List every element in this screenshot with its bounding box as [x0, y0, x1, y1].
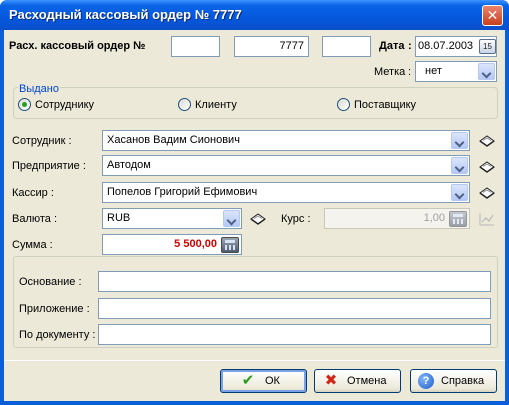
currency-select[interactable]: RUB	[102, 208, 242, 229]
enterprise-select[interactable]: Автодом	[102, 155, 470, 176]
mark-select[interactable]: нет	[415, 61, 497, 82]
footer-separator	[4, 360, 505, 361]
employee-select[interactable]: Хасанов Вадим Сионович	[102, 130, 470, 151]
document-label: По документу :	[19, 329, 96, 341]
chevron-down-icon[interactable]	[451, 184, 468, 201]
radio-employee-label[interactable]: Сотруднику	[35, 99, 94, 111]
radio-supplier-label[interactable]: Поставщику	[354, 99, 416, 111]
chevron-down-icon[interactable]	[451, 132, 468, 149]
chevron-down-icon[interactable]	[223, 210, 240, 227]
employee-label: Сотрудник :	[12, 135, 72, 147]
currency-value: RUB	[107, 212, 131, 224]
basis-input[interactable]	[98, 271, 491, 292]
cross-icon: ✖	[324, 372, 338, 389]
help-icon: ?	[418, 373, 434, 389]
directory-book-icon[interactable]	[478, 134, 496, 148]
directory-book-icon[interactable]	[478, 186, 496, 200]
calculator-icon[interactable]	[221, 237, 239, 253]
radio-employee[interactable]	[18, 98, 31, 111]
document-input[interactable]	[98, 324, 491, 345]
cashier-value: Попелов Григорий Ефимович	[107, 186, 258, 198]
date-value: 08.07.2003	[418, 40, 474, 52]
issued-group-title: Выдано	[18, 83, 60, 95]
order-suffix-input[interactable]	[322, 36, 371, 57]
rate-label: Курс :	[281, 213, 311, 225]
order-number-input[interactable]: 7777	[234, 36, 309, 57]
ok-button[interactable]: ✔ ОК	[220, 369, 307, 393]
cashier-select[interactable]: Попелов Григорий Ефимович	[102, 182, 470, 203]
date-label: Дата	[379, 40, 405, 52]
help-button-label: Справка	[441, 375, 485, 387]
chevron-down-icon[interactable]	[478, 63, 495, 80]
basis-label: Основание :	[19, 276, 82, 288]
title-bar[interactable]: Расходный кассовый ордер № 7777 ✕	[0, 0, 509, 30]
calculator-icon	[449, 211, 467, 227]
rate-chart-icon	[479, 213, 494, 226]
enterprise-label: Предприятие :	[12, 160, 86, 172]
close-button[interactable]: ✕	[482, 5, 503, 26]
mark-value: нет	[425, 65, 442, 77]
radio-supplier[interactable]	[337, 98, 350, 111]
window-title: Расходный кассовый ордер № 7777	[9, 7, 242, 22]
cancel-button-label: Отмена	[347, 375, 387, 387]
directory-book-icon[interactable]	[249, 212, 267, 226]
help-button[interactable]: ? Справка	[410, 369, 497, 393]
dialog-body: Расх. кассовый ордер № 7777 Дата : 08.07…	[4, 30, 505, 401]
checkmark-icon: ✔	[241, 372, 255, 389]
attachment-input[interactable]	[98, 298, 491, 319]
attachment-label: Приложение :	[19, 303, 90, 315]
order-number-label: Расх. кассовый ордер №	[9, 40, 146, 52]
calendar-icon[interactable]: 15	[479, 39, 496, 54]
currency-label: Валюта :	[12, 213, 58, 225]
cancel-button[interactable]: ✖ Отмена	[314, 369, 401, 393]
directory-book-icon[interactable]	[478, 160, 496, 174]
mark-label: Метка	[374, 66, 406, 78]
order-prefix-input[interactable]	[171, 36, 220, 57]
dialog-window: Расходный кассовый ордер № 7777 ✕ Расх. …	[0, 0, 509, 405]
radio-client-label[interactable]: Клиенту	[195, 99, 237, 111]
cashier-label: Кассир :	[12, 187, 54, 199]
radio-client[interactable]	[178, 98, 191, 111]
amount-label: Сумма :	[12, 239, 53, 251]
employee-value: Хасанов Вадим Сионович	[107, 134, 240, 146]
enterprise-value: Автодом	[107, 159, 151, 171]
chevron-down-icon[interactable]	[451, 157, 468, 174]
ok-button-label: ОК	[265, 375, 280, 387]
